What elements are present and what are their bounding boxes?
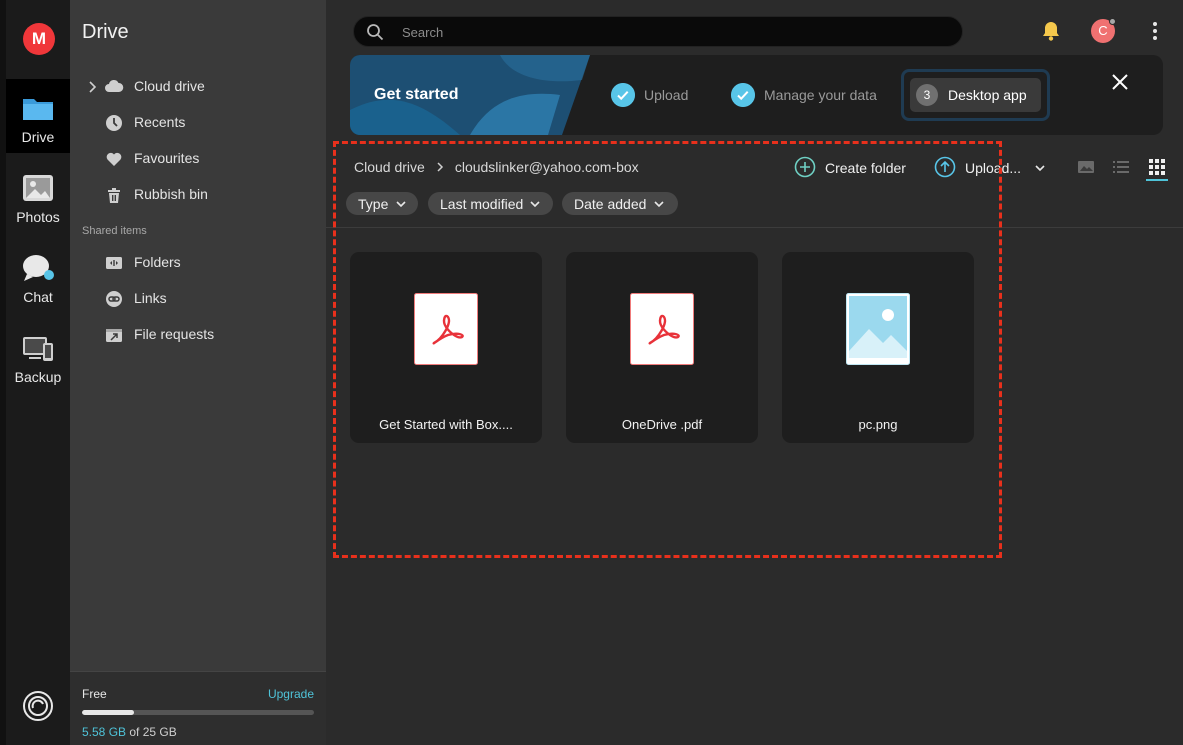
breadcrumb-current[interactable]: cloudslinker@yahoo.com-box [455, 159, 639, 175]
search-icon [367, 24, 384, 41]
filter-label: Last modified [440, 196, 524, 212]
trash-icon [108, 188, 120, 203]
media-view-icon[interactable] [1077, 158, 1095, 176]
sidebar-item-shared-folders[interactable]: Folders [70, 248, 326, 278]
folder-icon [23, 99, 53, 120]
filter-type[interactable]: Type [346, 192, 418, 215]
link-icon [106, 291, 122, 307]
filter-label: Type [358, 196, 389, 212]
chevron-down-icon[interactable] [1035, 163, 1045, 173]
sidebar-item-favourites[interactable]: Favourites [70, 144, 326, 174]
heart-icon [106, 152, 122, 166]
search-bar[interactable]: Search [353, 16, 963, 47]
breadcrumb-root[interactable]: Cloud drive [354, 159, 425, 175]
filter-date-added[interactable]: Date added [562, 192, 678, 215]
upgrade-link[interactable]: Upgrade [268, 687, 314, 701]
storage-used: 5.58 GB [82, 725, 127, 739]
check-icon [611, 83, 635, 107]
grid-view-icon[interactable] [1148, 158, 1166, 176]
rail-item-drive[interactable]: Drive [6, 79, 70, 153]
photos-icon [23, 175, 53, 201]
create-folder-label: Create folder [825, 160, 906, 176]
file-card[interactable]: Get Started with Box.... [350, 252, 542, 443]
step-label: Manage your data [764, 87, 877, 103]
sidebar-item-label: Links [134, 290, 167, 306]
sidebar-item-rubbish-bin[interactable]: Rubbish bin [70, 180, 326, 210]
shared-folder-icon [106, 257, 122, 269]
step-label: Desktop app [948, 87, 1027, 103]
app-window: M Drive Photos Chat Backup Drive Cloud d… [0, 0, 1183, 745]
file-request-icon [106, 329, 122, 342]
chevron-right-icon [437, 162, 443, 172]
clock-icon [106, 115, 122, 131]
sidebar-item-label: Folders [134, 254, 181, 270]
file-name: Get Started with Box.... [379, 417, 513, 432]
file-name: pc.png [858, 417, 898, 432]
storage-panel: Free Upgrade 5.58 GB of 25 GB [70, 671, 326, 745]
upload-label: Upload... [965, 160, 1022, 176]
close-icon[interactable] [1110, 72, 1130, 92]
rail-item-photos[interactable]: Photos [6, 159, 70, 233]
step-current-box: 3 Desktop app [910, 78, 1041, 112]
storage-usage-text: 5.58 GB of 25 GB [82, 725, 177, 739]
rail-label: Backup [14, 369, 62, 385]
sidebar-item-links[interactable]: Links [70, 284, 326, 314]
filter-label: Date added [574, 196, 647, 212]
storage-total: of 25 GB [126, 725, 177, 739]
plus-circle-icon [794, 156, 816, 178]
step-label: Upload [644, 87, 689, 103]
status-dot [1109, 18, 1116, 25]
storage-bar [82, 710, 314, 715]
pdf-file-icon [630, 293, 694, 365]
chevron-down-icon [654, 201, 664, 208]
breadcrumb: Cloud drive cloudslinker@yahoo.com-box [354, 159, 639, 175]
file-name: OneDrive .pdf [621, 417, 703, 432]
sidebar-item-label: Recents [134, 114, 186, 130]
active-view-indicator [1146, 179, 1168, 181]
rail-item-chat[interactable]: Chat [6, 239, 70, 313]
cloud-icon [105, 79, 124, 92]
sidebar-item-label: Rubbish bin [134, 186, 208, 202]
step-desktop-app[interactable]: 3 Desktop app [901, 69, 1050, 121]
backup-icon [23, 337, 53, 361]
chevron-right-icon[interactable] [88, 81, 98, 93]
rail-item-backup[interactable]: Backup [6, 319, 70, 393]
bell-icon[interactable] [1040, 20, 1062, 42]
get-started-banner: Get started Upload Manage your data 3 De… [350, 55, 1163, 135]
sidebar-item-file-requests[interactable]: File requests [70, 320, 326, 350]
filter-last-modified[interactable]: Last modified [428, 192, 553, 215]
step-number: 3 [916, 84, 938, 106]
nav-rail: M Drive Photos Chat Backup [0, 0, 70, 745]
banner-title: Get started [374, 86, 459, 103]
storage-bar-fill [82, 710, 134, 715]
more-options-icon[interactable] [1145, 20, 1165, 42]
upload-icon [934, 156, 956, 178]
sidebar-item-label: File requests [134, 326, 215, 342]
sidebar: Drive Cloud drive Recents Favourites Rub… [70, 0, 326, 745]
chevron-down-icon [396, 201, 406, 208]
file-card[interactable]: OneDrive .pdf [566, 252, 758, 443]
image-file-icon [846, 293, 910, 365]
plan-label: Free [82, 687, 107, 701]
chat-icon [23, 255, 54, 281]
rail-label: Photos [16, 209, 60, 225]
toolbar-divider [326, 227, 1183, 228]
list-view-icon[interactable] [1112, 158, 1130, 176]
sidebar-item-label: Favourites [134, 150, 200, 166]
transfer-status-icon[interactable] [22, 690, 54, 722]
pdf-file-icon [414, 293, 478, 365]
chevron-down-icon [530, 201, 540, 208]
rail-label: Drive [21, 129, 55, 145]
check-icon [731, 83, 755, 107]
sidebar-item-label: Cloud drive [134, 78, 205, 94]
search-input[interactable]: Search [402, 25, 443, 40]
sidebar-item-cloud-drive[interactable]: Cloud drive [70, 72, 326, 102]
sidebar-title: Drive [82, 21, 129, 43]
mega-logo[interactable]: M [23, 23, 55, 55]
file-card[interactable]: pc.png [782, 252, 974, 443]
shared-items-heading: Shared items [82, 225, 147, 237]
sidebar-item-recents[interactable]: Recents [70, 108, 326, 138]
rail-label: Chat [23, 289, 53, 305]
